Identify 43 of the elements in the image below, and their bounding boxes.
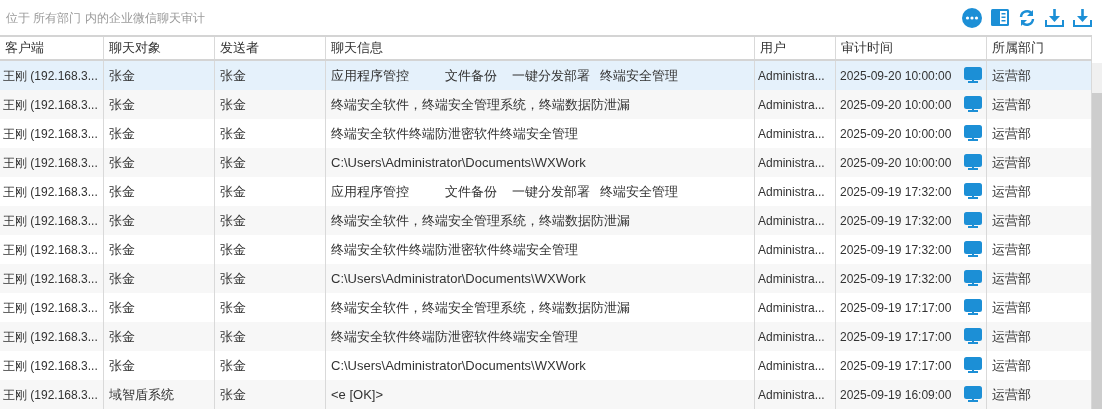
table-cell-text: 2025-09-19 17:32:00 [840,270,952,288]
table-cell: Administra... [755,380,836,409]
table-cell-text: 2025-09-19 16:09:00 [840,386,952,404]
column-header[interactable]: 聊天对象 [104,37,215,59]
table-cell: 域智盾系统 [104,380,215,409]
table-cell-text: 2025-09-20 10:00:00 [840,96,952,114]
table-cell: <e [OK]> [326,380,755,409]
refresh-icon[interactable] [1018,8,1036,27]
monitor-icon[interactable] [964,386,982,403]
table-cell: 张金 [215,380,326,409]
download-icon[interactable] [1073,8,1092,27]
download-icon[interactable] [1045,8,1064,27]
scrollbar[interactable] [1092,63,1102,409]
table-cell-text: 2025-09-19 17:17:00 [840,328,952,346]
table-cell-text: 2025-09-19 17:32:00 [840,212,952,230]
table-cell-text: 2025-09-20 10:00:00 [840,125,952,143]
table-cell: 王刚 (192.168.3... [0,380,104,409]
column-header[interactable]: 发送者 [215,37,326,59]
table-cell-text: 2025-09-19 17:17:00 [840,299,952,317]
table-cell-text: 2025-09-20 10:00:00 [840,154,952,172]
column-header[interactable]: 用户 [755,37,836,59]
page-title: 位于 所有部门 内的企业微信聊天审计 [6,9,205,27]
monitor-icon[interactable] [964,270,982,287]
monitor-icon[interactable] [964,125,982,142]
column-header[interactable]: 客户端 [0,37,104,59]
monitor-icon[interactable] [964,241,982,258]
monitor-icon[interactable] [964,212,982,229]
monitor-icon[interactable] [964,357,982,374]
table-cell-text: 2025-09-19 17:32:00 [840,183,952,201]
table-cell-text: 2025-09-19 17:32:00 [840,241,952,259]
table-cell-text: 2025-09-20 10:00:00 [840,67,952,85]
more-icon[interactable] [962,7,982,28]
table-cell-text: 2025-09-19 17:17:00 [840,357,952,375]
column-header[interactable]: 审计时间 [836,37,987,59]
monitor-icon[interactable] [964,67,982,84]
columns-icon[interactable] [991,9,1009,26]
monitor-icon[interactable] [964,328,982,345]
monitor-icon[interactable] [964,96,982,113]
monitor-icon[interactable] [964,299,982,316]
column-header[interactable]: 聊天信息 [326,37,755,59]
monitor-icon[interactable] [964,183,982,200]
column-header[interactable]: 所属部门 [987,37,1092,59]
monitor-icon[interactable] [964,154,982,171]
